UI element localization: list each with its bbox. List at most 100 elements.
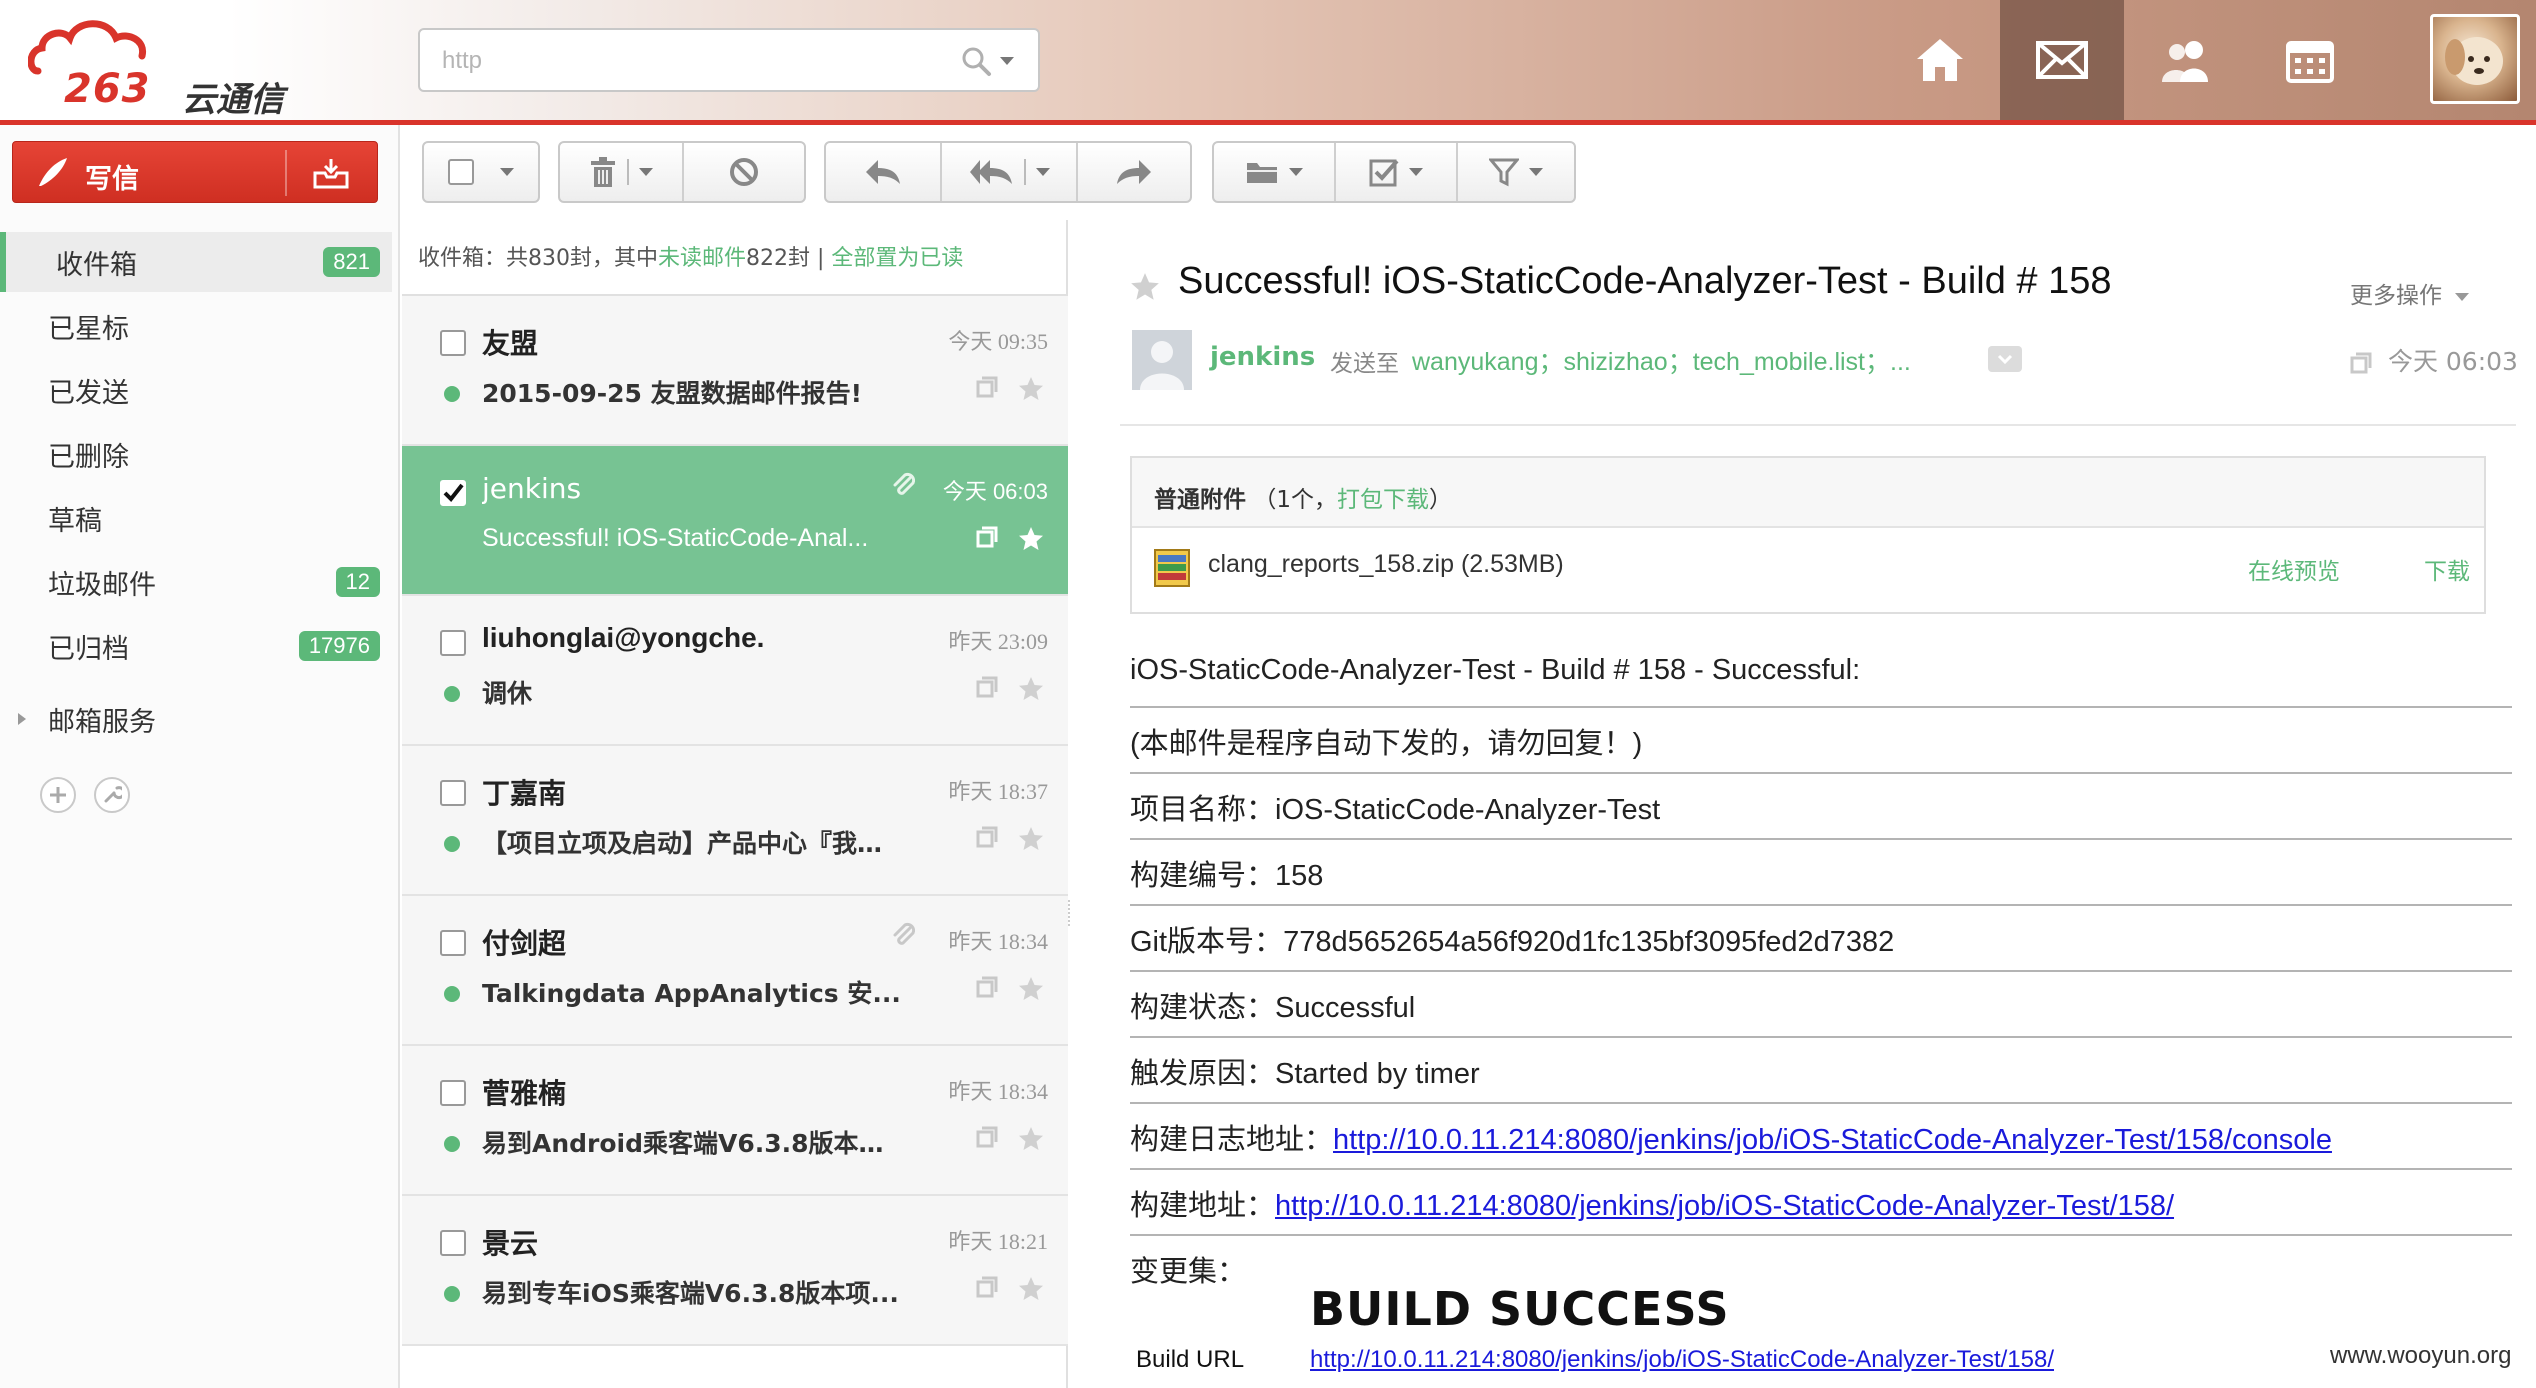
- archive-count-badge: 17976: [298, 631, 380, 661]
- message-sender: 丁嘉南: [482, 777, 567, 810]
- nav-calendar[interactable]: [2248, 0, 2372, 120]
- attachment-header: 普通附件 （1个，打包下载）: [1132, 458, 2484, 528]
- archive-icon[interactable]: [976, 976, 998, 998]
- compose-button[interactable]: 写信: [12, 141, 378, 203]
- nav-home[interactable]: [1878, 0, 2002, 120]
- block-sender-button[interactable]: [684, 143, 804, 201]
- reply-all-button[interactable]: [942, 143, 1078, 201]
- summary-text: 收件箱：共830封，其中: [418, 246, 658, 271]
- sidebar-item-drafts[interactable]: 草稿: [0, 488, 392, 548]
- archive-icon[interactable]: [2350, 352, 2372, 374]
- message-time: 昨天 18:34: [948, 1079, 1048, 1104]
- archive-icon[interactable]: [976, 376, 998, 398]
- body-line: 构建状态：Successful: [1130, 972, 2512, 1038]
- unread-filter-link[interactable]: 未读邮件: [658, 246, 746, 271]
- star-icon[interactable]: [1018, 976, 1044, 1002]
- sidebar-item-mailbox-services[interactable]: 邮箱服务: [0, 689, 392, 749]
- checkbox-mark-icon: [1369, 159, 1399, 187]
- folder-settings-button[interactable]: [94, 777, 130, 813]
- mark-as-button[interactable]: [1336, 143, 1458, 201]
- sidebar-item-inbox[interactable]: 收件箱 821: [0, 232, 392, 292]
- checkbox-icon: [448, 159, 474, 185]
- sidebar-item-archive[interactable]: 已归档 17976: [0, 616, 392, 676]
- row-checkbox[interactable]: [440, 1080, 466, 1106]
- select-group: [422, 141, 540, 203]
- message-time: 今天 09:35: [948, 329, 1048, 354]
- star-icon[interactable]: [1018, 1126, 1044, 1152]
- pack-download-link[interactable]: 打包下载: [1337, 487, 1429, 513]
- nav-mail[interactable]: [2000, 0, 2124, 120]
- row-checkbox[interactable]: [440, 1230, 466, 1256]
- star-icon[interactable]: [1018, 376, 1044, 402]
- body-text: iOS-StaticCode-Analyzer-Test - Build # 1…: [1130, 654, 1861, 686]
- message-subject: Successful! iOS-StaticCode-Anal...: [482, 524, 869, 552]
- filter-button[interactable]: [1458, 143, 1574, 201]
- checkmark-icon: [443, 483, 464, 503]
- list-item-selected[interactable]: jenkins 今天 06:03 Successful! iOS-StaticC…: [402, 446, 1068, 596]
- field-value: Successful: [1275, 992, 1416, 1024]
- chevron-down-icon: [1289, 168, 1303, 176]
- star-icon[interactable]: [1130, 272, 1160, 302]
- star-icon[interactable]: [1018, 826, 1044, 852]
- attachment-count: （1个，: [1253, 487, 1337, 513]
- build-address-link[interactable]: http://10.0.11.214:8080/jenkins/job/iOS-…: [1275, 1190, 2174, 1222]
- user-avatar[interactable]: [2430, 14, 2520, 104]
- star-icon[interactable]: [1018, 676, 1044, 702]
- select-all-dropdown[interactable]: [424, 143, 538, 201]
- search-button[interactable]: [960, 44, 1030, 78]
- list-item[interactable]: 付剑超 昨天 18:34 Talkingdata AppAnalytics 安.…: [402, 896, 1068, 1046]
- sidebar-item-deleted[interactable]: 已删除: [0, 424, 392, 484]
- logo-subtitle: 云通信: [182, 80, 284, 120]
- star-icon[interactable]: [1018, 1276, 1044, 1302]
- sidebar-item-starred[interactable]: 已星标: [0, 296, 392, 356]
- list-item[interactable]: 友盟 今天 09:35 2015-09-25 友盟数据邮件报告!: [402, 296, 1068, 446]
- nav-contacts[interactable]: [2124, 0, 2248, 120]
- list-item[interactable]: 丁嘉南 昨天 18:37 【项目立项及启动】产品中心『我给...: [402, 746, 1068, 896]
- delete-button[interactable]: [560, 143, 684, 201]
- archive-icon[interactable]: [976, 826, 998, 848]
- archive-icon[interactable]: [976, 1276, 998, 1298]
- list-item[interactable]: 景云 昨天 18:21 易到专车iOS乘客端V6.3.8版本项...: [402, 1196, 1068, 1346]
- row-checkbox-checked[interactable]: [440, 480, 466, 506]
- archive-icon[interactable]: [976, 1126, 998, 1148]
- sidebar-tools: [40, 777, 130, 813]
- search-box[interactable]: [418, 28, 1040, 92]
- expand-recipients-button[interactable]: [1988, 346, 2022, 372]
- message-subject: 2015-09-25 友盟数据邮件报告!: [482, 379, 863, 408]
- archive-icon[interactable]: [976, 676, 998, 698]
- sidebar-item-sent[interactable]: 已发送: [0, 360, 392, 420]
- sidebar-item-spam[interactable]: 垃圾邮件 12: [0, 552, 392, 612]
- mark-all-read-link[interactable]: 全部置为已读: [831, 246, 963, 271]
- attachment-filename[interactable]: clang_reports_158.zip (2.53MB): [1208, 550, 1564, 579]
- sender-name[interactable]: jenkins: [1210, 342, 1315, 372]
- row-checkbox[interactable]: [440, 630, 466, 656]
- download-link[interactable]: 下载: [2424, 552, 2470, 586]
- build-url-link[interactable]: http://10.0.11.214:8080/jenkins/job/iOS-…: [1310, 1346, 2054, 1374]
- reply-button[interactable]: [826, 143, 942, 201]
- list-item[interactable]: 菅雅楠 昨天 18:34 易到Android乘客端V6.3.8版本项...: [402, 1046, 1068, 1196]
- forward-button[interactable]: [1078, 143, 1190, 201]
- mail-subject-title: Successful! iOS-StaticCode-Analyzer-Test…: [1178, 260, 2112, 302]
- online-preview-link[interactable]: 在线预览: [2248, 552, 2340, 586]
- message-time: 昨天 18:21: [948, 1229, 1048, 1254]
- row-checkbox[interactable]: [440, 330, 466, 356]
- row-checkbox[interactable]: [440, 780, 466, 806]
- brand-logo[interactable]: 263 云通信: [24, 16, 324, 120]
- folder-icon: [1247, 163, 1277, 183]
- recipient-list[interactable]: wanyukang；shizizhao；tech_mobile.list；...: [1412, 342, 1911, 378]
- reply-all-icon: [970, 160, 1012, 184]
- archive-icon[interactable]: [976, 526, 998, 548]
- add-folder-button[interactable]: [40, 777, 76, 813]
- move-to-folder-button[interactable]: [1214, 143, 1336, 201]
- inbox-receive-icon[interactable]: [313, 157, 349, 189]
- pane-resize-handle[interactable]: [1068, 900, 1072, 926]
- search-input[interactable]: [442, 44, 942, 78]
- star-icon[interactable]: [1018, 526, 1044, 552]
- console-log-link[interactable]: http://10.0.11.214:8080/jenkins/job/iOS-…: [1333, 1124, 2332, 1156]
- attachment-title: 普通附件 （1个，打包下载）: [1154, 480, 1452, 514]
- row-checkbox[interactable]: [440, 930, 466, 956]
- field-label: Git版本号：: [1130, 926, 1284, 958]
- more-actions-dropdown[interactable]: 更多操作: [2350, 276, 2470, 310]
- unread-dot-icon: [444, 986, 460, 1002]
- list-item[interactable]: liuhonglai@yongche. 昨天 23:09 调休: [402, 596, 1068, 746]
